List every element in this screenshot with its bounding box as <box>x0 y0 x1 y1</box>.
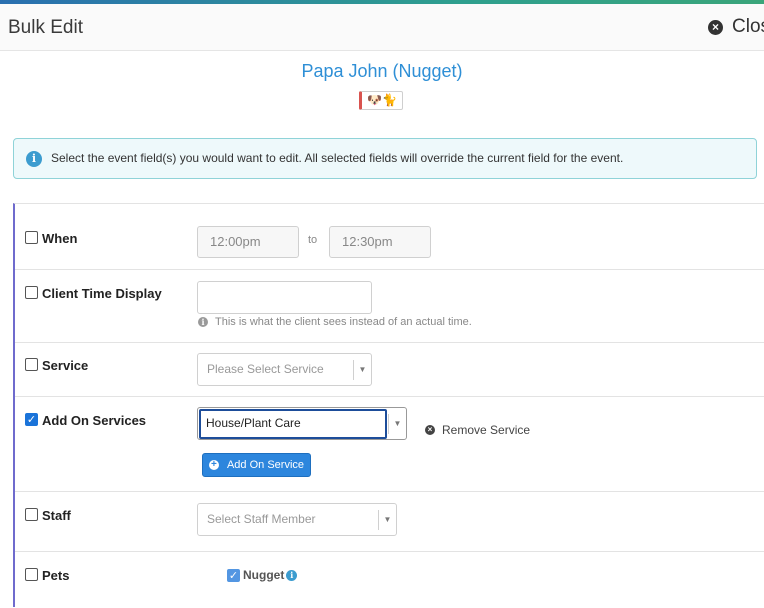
remove-icon: × <box>425 425 435 435</box>
staff-select[interactable]: Select Staff Member ▼ <box>197 503 397 536</box>
chevron-down-icon: ▼ <box>388 414 406 434</box>
nugget-checkbox[interactable]: ✓ <box>227 568 240 582</box>
pets-checkbox[interactable] <box>25 568 38 581</box>
remove-service-button[interactable]: × Remove Service <box>425 423 530 437</box>
add-on-service-value: House/Plant Care <box>199 409 387 439</box>
field-row-service: Service Please Select Service ▼ <box>15 343 764 397</box>
service-checkbox[interactable] <box>25 358 38 371</box>
add-on-service-button[interactable]: + Add On Service <box>202 453 311 477</box>
pets-label: Pets <box>42 568 70 583</box>
modal-title: Bulk Edit <box>8 17 83 38</box>
when-label: When <box>42 231 78 246</box>
service-select[interactable]: Please Select Service ▼ <box>197 353 372 386</box>
service-label: Service <box>42 358 89 373</box>
info-alert: i Select the event field(s) you would wa… <box>13 138 757 179</box>
chevron-down-icon: ▼ <box>378 510 396 530</box>
field-row-pets: Pets <box>15 552 764 608</box>
chevron-down-icon: ▼ <box>353 360 371 380</box>
client-time-help: i This is what the client sees instead o… <box>198 316 472 328</box>
client-time-display-checkbox[interactable] <box>25 286 38 299</box>
field-row-staff: Staff Select Staff Member ▼ <box>15 492 764 552</box>
pet-badge: 🐶🐈 <box>359 91 403 110</box>
client-time-display-input[interactable] <box>197 281 372 314</box>
field-row-client-time-display: Client Time Display i This is what the c… <box>15 270 764 343</box>
field-row-add-on-services: ✓ Add On Services House/Plant Care ▼ <box>15 397 764 492</box>
client-name[interactable]: Papa John (Nugget) <box>0 61 764 82</box>
service-select-placeholder: Please Select Service <box>207 362 324 376</box>
when-checkbox[interactable] <box>25 231 38 244</box>
close-button[interactable]: × Clos <box>708 16 764 38</box>
info-icon: i <box>26 151 42 167</box>
modal-header: Bulk Edit × Clos <box>0 4 764 51</box>
client-time-display-label: Client Time Display <box>42 286 162 301</box>
staff-checkbox[interactable] <box>25 508 38 521</box>
add-on-services-checkbox[interactable]: ✓ <box>25 413 38 426</box>
remove-service-label: Remove Service <box>442 423 531 437</box>
field-row-when: When 12:00pm to 12:30pm <box>15 204 764 270</box>
bulk-edit-form: When 12:00pm to 12:30pm Client Time Disp… <box>13 203 764 607</box>
info-icon[interactable]: i <box>286 569 298 581</box>
start-time-input[interactable]: 12:00pm <box>197 226 299 258</box>
add-on-service-button-label: Add On Service <box>226 459 305 471</box>
end-time-input[interactable]: 12:30pm <box>329 226 431 258</box>
plus-circle-icon: + <box>208 460 219 470</box>
close-icon[interactable]: × <box>708 19 723 35</box>
add-on-service-select[interactable]: House/Plant Care ▼ <box>197 407 407 440</box>
help-info-icon: i <box>198 317 208 327</box>
close-label[interactable]: Clos <box>732 16 764 38</box>
pet-option-nugget[interactable]: ✓ Nugget i <box>227 568 298 582</box>
client-time-help-text: This is what the client sees instead of … <box>215 316 472 328</box>
add-on-services-label: Add On Services <box>42 413 147 428</box>
info-message: Select the event field(s) you would want… <box>51 151 624 165</box>
staff-select-placeholder: Select Staff Member <box>207 512 316 526</box>
pet-name: Nugget <box>243 568 285 582</box>
to-text: to <box>308 234 318 246</box>
staff-label: Staff <box>42 508 71 523</box>
